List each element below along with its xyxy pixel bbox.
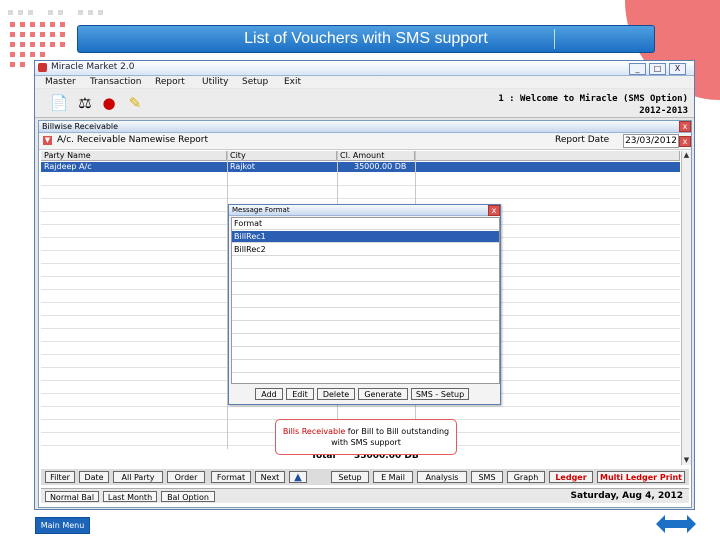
generate-button[interactable]: Generate [358,388,408,400]
filter-button[interactable]: Filter [45,471,75,483]
maximize-button[interactable]: □ [649,63,666,75]
empty-list-row [232,296,499,308]
cell-party: Rajdeep A/c [44,162,92,171]
callout-highlight: Bills Receivable [282,427,346,436]
sms-setup-button[interactable]: SMS - Setup [411,388,469,400]
bal-option-button[interactable]: Bal Option [161,491,215,502]
menu-report[interactable]: Report [155,77,185,87]
message-format-dialog: Message Format x Format BillRec1 BillRec… [228,204,501,405]
ledger-button[interactable]: Ledger [549,471,593,483]
empty-list-row [232,322,499,334]
col-header-party[interactable]: Party Name [41,151,227,161]
vertical-scrollbar[interactable]: ▲ ▼ [681,151,691,465]
callout-line-1: Bills Receivable for Bill to Bill outsta… [276,426,456,437]
empty-list-row [232,283,499,295]
multi-ledger-print-button[interactable]: Multi Ledger Print [597,471,685,483]
scroll-down-icon[interactable]: ▼ [682,456,691,465]
action-button-bar: Filter Date All Party Order Format Next … [41,469,689,485]
report-date-field[interactable]: 23/03/2012 [623,134,679,148]
scale-icon[interactable]: ⚖ [75,93,95,113]
close-icon[interactable]: x [679,121,691,132]
graph-button[interactable]: Graph [507,471,545,483]
empty-list-row [232,335,499,347]
callout-line-1-text: for Bill to Bill outstanding [345,427,450,436]
analysis-button[interactable]: Analysis [417,471,467,483]
up-arrow-icon[interactable]: ▲ [289,471,307,483]
close-report-icon[interactable]: x [679,136,691,147]
dropdown-arrow-icon[interactable]: ▼ [43,136,52,145]
status-bar: Normal Bal Last Month Bal Option Saturda… [41,488,689,503]
date-button[interactable]: Date [79,471,109,483]
menu-setup[interactable]: Setup [242,77,268,87]
menu-utility[interactable]: Utility [202,77,228,87]
col-header-city[interactable]: City [227,151,337,161]
all-party-button[interactable]: All Party [113,471,163,483]
dialog-close-icon[interactable]: x [488,205,500,216]
report-window-titlebar: Billwise Receivable x [39,121,691,133]
order-button[interactable]: Order [167,471,205,483]
scroll-up-icon[interactable]: ▲ [682,151,691,160]
dialog-button-row: Add Edit Delete Generate SMS - Setup [229,386,500,402]
col-header-amount[interactable]: Cl. Amount [337,151,415,161]
dialog-title: Message Format [232,206,290,214]
app-icon [38,63,47,72]
minimize-button[interactable]: _ [629,63,646,75]
main-menu-button[interactable]: Main Menu [35,517,90,534]
report-title: A/c. Receivable Namewise Report [57,135,209,145]
list-item[interactable]: BillRec1 [232,231,499,243]
menu-master[interactable]: Master [45,77,76,87]
cell-city: Rajkot [230,162,255,171]
cell-amount: 35000.00 DB [354,162,407,171]
annotation-callout: Bills Receivable for Bill to Bill outsta… [275,419,457,455]
empty-list-row [232,348,499,360]
list-item[interactable]: BillRec2 [232,244,499,256]
edit-button[interactable]: Edit [286,388,314,400]
new-document-icon[interactable]: 📄 [49,93,69,113]
report-header: ▼ A/c. Receivable Namewise Report Report… [39,133,691,150]
welcome-line-1: 1 : Welcome to Miracle (SMS Option) [498,94,688,104]
email-button[interactable]: E Mail [373,471,413,483]
toolbar: 📄 ⚖ ● ✎ 1 : Welcome to Miracle (SMS Opti… [35,89,694,118]
welcome-line-2: 2012-2013 [639,106,688,116]
empty-list-row [232,309,499,321]
delete-button[interactable]: Delete [317,388,355,400]
format-list-header: Format [232,218,499,230]
normal-bal-button[interactable]: Normal Bal [45,491,99,502]
back-arrow-icon[interactable] [656,515,676,533]
menu-transaction[interactable]: Transaction [90,77,142,87]
report-date-label: Report Date [555,135,610,145]
table-row[interactable]: Rajdeep A/c Rajkot 35000.00 DB [41,162,680,172]
callout-line-2: with SMS support [331,438,401,447]
forward-arrow-icon[interactable] [676,515,696,533]
col-header-empty [415,151,680,161]
report-window-title: Billwise Receivable [42,122,119,131]
empty-list-row [232,270,499,282]
slide-title: List of Vouchers with SMS support [77,25,655,53]
menu-bar: Master Transaction Report Utility Setup … [35,76,694,88]
money-bag-icon[interactable]: ● [99,93,119,113]
menu-exit[interactable]: Exit [284,77,301,87]
last-month-button[interactable]: Last Month [103,491,157,502]
close-window-button[interactable]: X [669,63,686,75]
status-date: Saturday, Aug 4, 2012 [570,491,683,501]
add-button[interactable]: Add [255,388,283,400]
sms-button[interactable]: SMS [471,471,503,483]
dialog-titlebar: Message Format x [229,205,500,216]
setup-button[interactable]: Setup [331,471,369,483]
next-button[interactable]: Next [255,471,285,483]
empty-list-row [232,257,499,269]
window-title: Miracle Market 2.0 [51,62,135,72]
empty-list-row [232,361,499,373]
format-list: Format BillRec1 BillRec2 [231,217,500,384]
window-titlebar: Miracle Market 2.0 _ □ X [35,61,694,76]
format-button[interactable]: Format [211,471,251,483]
welcome-banner: 1 : Welcome to Miracle (SMS Option) 2012… [498,93,688,117]
notes-icon[interactable]: ✎ [125,93,145,113]
slide-title-text: List of Vouchers with SMS support [244,30,488,47]
title-separator [554,29,555,49]
